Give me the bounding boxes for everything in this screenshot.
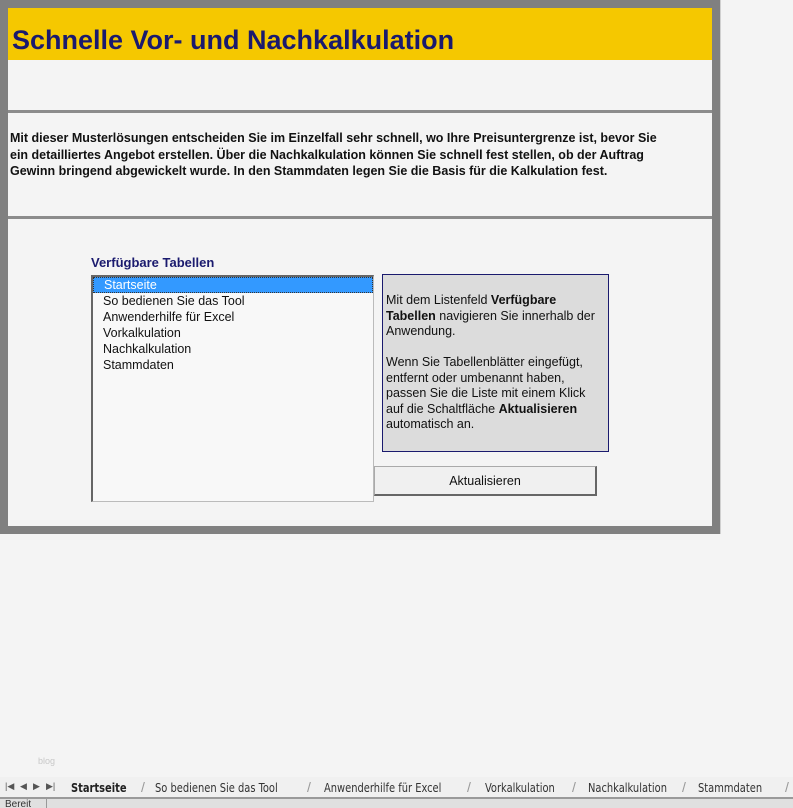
- help-text: automatisch an.: [386, 417, 475, 431]
- sheet-frame: Schnelle Vor- und Nachkalkulation Mit di…: [0, 0, 720, 534]
- list-item-stammdaten[interactable]: Stammdaten: [93, 357, 373, 373]
- divider: [8, 110, 712, 113]
- sheet-tab-vorkalkulation[interactable]: Vorkalkulation: [485, 780, 555, 795]
- tab-separator: /: [785, 779, 789, 795]
- next-sheet-icon[interactable]: ▶: [33, 781, 40, 792]
- list-item-anwenderhilfe[interactable]: Anwenderhilfe für Excel: [93, 309, 373, 325]
- sheet-tab-startseite[interactable]: Startseite: [71, 780, 127, 795]
- status-divider: [46, 799, 47, 808]
- tab-separator: /: [572, 779, 576, 795]
- tab-separator: /: [682, 779, 686, 795]
- page-title: Schnelle Vor- und Nachkalkulation: [12, 25, 455, 55]
- sheet-tab-nachkalkulation[interactable]: Nachkalkulation: [588, 780, 667, 795]
- sheet-tab-so-bedienen[interactable]: So bedienen Sie das Tool: [155, 780, 278, 795]
- list-item-so-bedienen[interactable]: So bedienen Sie das Tool: [93, 293, 373, 309]
- description: Mit dieser Musterlösungen entscheiden Si…: [10, 130, 657, 180]
- tab-separator: /: [307, 779, 311, 795]
- sheet-tab-stammdaten[interactable]: Stammdaten: [698, 780, 762, 795]
- tab-separator: /: [467, 779, 471, 795]
- list-item-vorkalkulation[interactable]: Vorkalkulation: [93, 325, 373, 341]
- list-item-nachkalkulation[interactable]: Nachkalkulation: [93, 341, 373, 357]
- sheet-listbox[interactable]: Startseite So bedienen Sie das Tool Anwe…: [91, 275, 374, 502]
- description-line: Gewinn bringend abgewickelt wurde. In de…: [10, 164, 608, 178]
- list-label: Verfügbare Tabellen: [91, 255, 215, 270]
- tab-separator: /: [141, 779, 145, 795]
- sheet-tab-bar: |◀ ◀ ▶ ▶| Startseite / So bedienen Sie d…: [0, 777, 793, 799]
- list-item-startseite[interactable]: Startseite: [93, 277, 373, 293]
- sheet-tab-anwenderhilfe[interactable]: Anwenderhilfe für Excel: [324, 780, 441, 795]
- divider: [8, 216, 712, 219]
- column-edge: [720, 0, 721, 534]
- help-text: Mit dem Listenfeld: [386, 293, 491, 307]
- help-text-bold: Aktualisieren: [498, 401, 578, 416]
- watermark: blog: [38, 756, 56, 766]
- status-text: Bereit: [5, 799, 32, 808]
- last-sheet-icon[interactable]: ▶|: [46, 781, 55, 792]
- status-bar: Bereit: [0, 799, 793, 808]
- help-box: Mit dem Listenfeld Verfügbare Tabellen n…: [382, 274, 609, 452]
- description-line: Mit dieser Musterlösungen entscheiden Si…: [10, 131, 657, 145]
- prev-sheet-icon[interactable]: ◀: [20, 781, 27, 792]
- refresh-button[interactable]: Aktualisieren: [374, 466, 597, 496]
- title-bar: Schnelle Vor- und Nachkalkulation: [8, 8, 712, 60]
- first-sheet-icon[interactable]: |◀: [5, 781, 14, 792]
- description-line: ein detailliertes Angebot erstellen. Übe…: [10, 147, 644, 162]
